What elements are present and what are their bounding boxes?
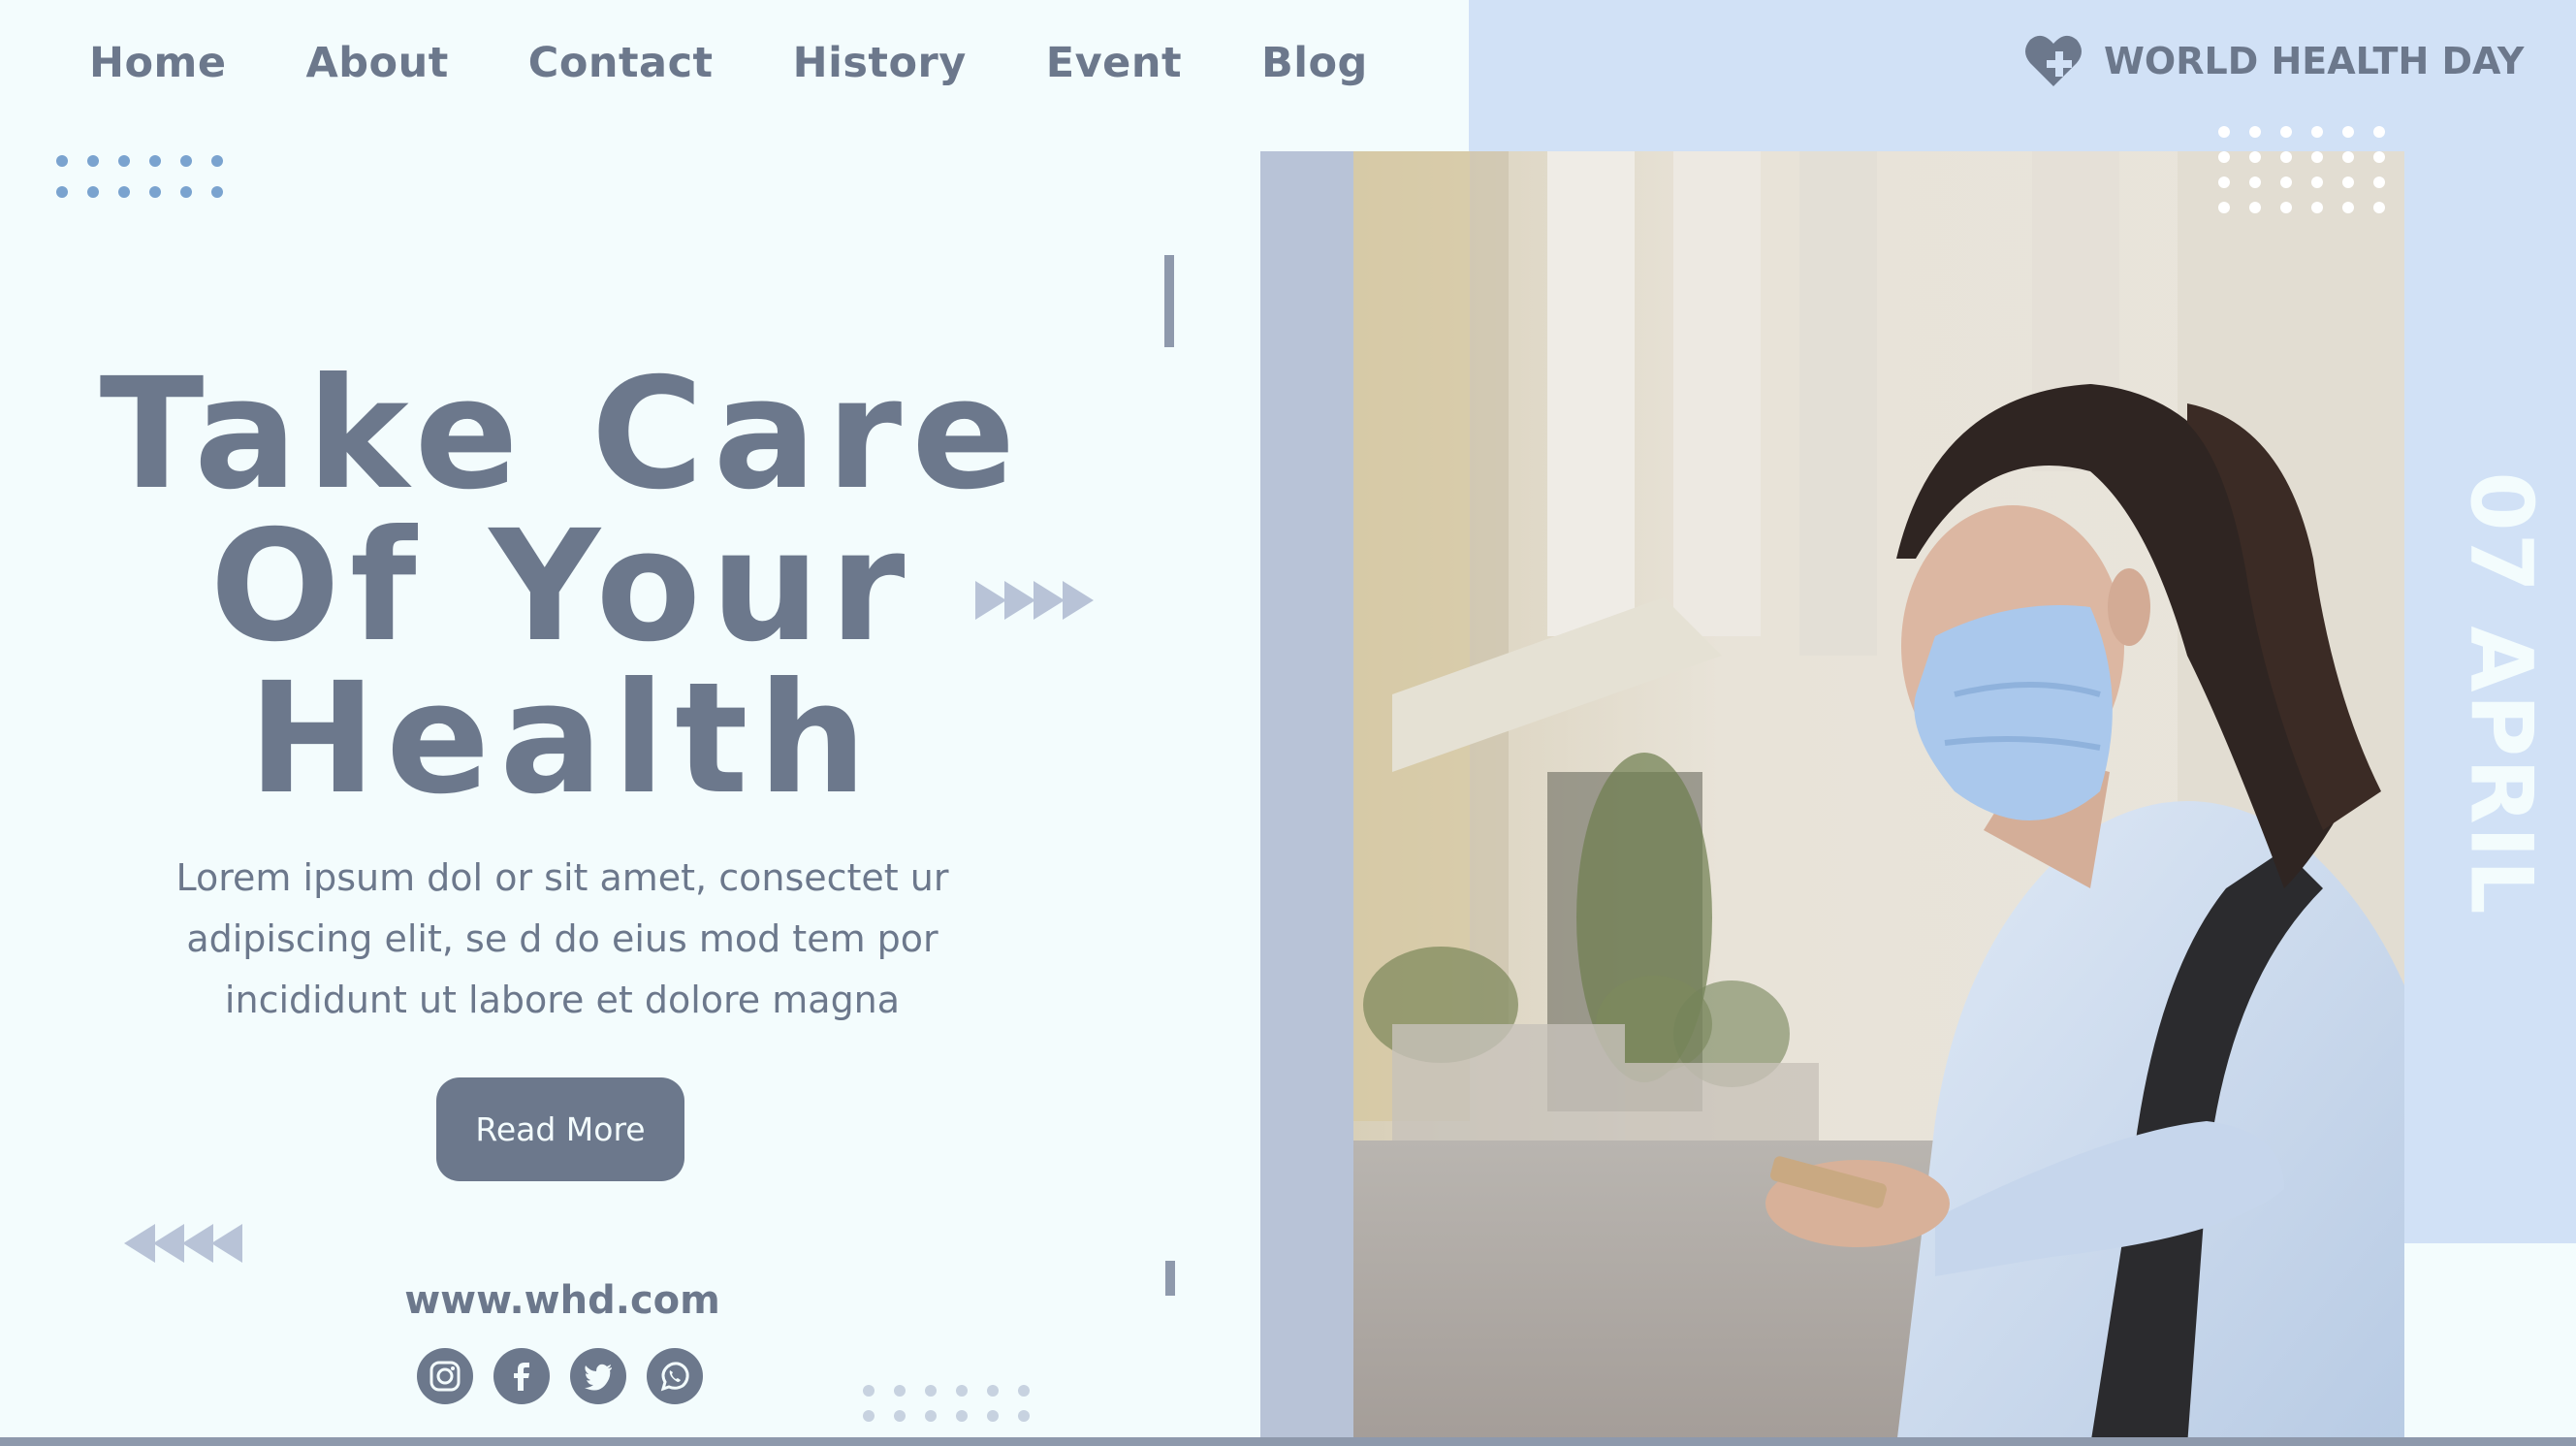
hero-description: Lorem ipsum dol or sit amet, consectet u… [175, 856, 949, 1021]
read-more-button[interactable]: Read More [436, 1077, 684, 1181]
event-date-text: 07 APRIL [2451, 470, 2552, 916]
accent-line-bottom [1165, 1261, 1175, 1296]
hero-title-line-2: Of Your [209, 498, 915, 676]
nav-about[interactable]: About [306, 39, 449, 87]
landing-page: Home About Contact History Event Blog WO… [0, 0, 2576, 1446]
twitter-icon[interactable] [570, 1348, 626, 1404]
hero-title-line-1: Take Care [99, 345, 1026, 524]
nav-contact[interactable]: Contact [528, 39, 714, 87]
photo-side-strip [1260, 151, 1353, 1446]
heart-plus-icon [2025, 35, 2082, 86]
nav-history[interactable]: History [793, 39, 967, 87]
main-nav: Home About Contact History Event Blog [89, 29, 1447, 97]
bottom-border [0, 1437, 2576, 1446]
whatsapp-icon[interactable] [647, 1348, 703, 1404]
arrows-left-icon [124, 1224, 242, 1263]
hero-title-line-3: Health [247, 650, 877, 828]
hero-photo [1353, 151, 2404, 1446]
facebook-icon[interactable] [493, 1348, 550, 1404]
instagram-icon[interactable] [417, 1348, 473, 1404]
website-url[interactable]: www.whd.com [320, 1278, 805, 1323]
hero-title: Take Care Of Your Health [58, 345, 1066, 828]
brand-logo[interactable]: WORLD HEALTH DAY [2022, 27, 2524, 95]
decor-dots-bottom [863, 1385, 1030, 1422]
decor-dots-top-right [2218, 126, 2385, 213]
brand-name: WORLD HEALTH DAY [2104, 40, 2525, 82]
nav-blog[interactable]: Blog [1261, 39, 1368, 87]
accent-line-top [1164, 255, 1174, 347]
nav-event[interactable]: Event [1046, 39, 1182, 87]
woman-with-mask-photo [1353, 151, 2404, 1446]
social-links [417, 1348, 723, 1404]
decor-dots-top-left [56, 155, 223, 198]
nav-home[interactable]: Home [89, 39, 227, 87]
event-date: 07 APRIL [2452, 471, 2552, 916]
